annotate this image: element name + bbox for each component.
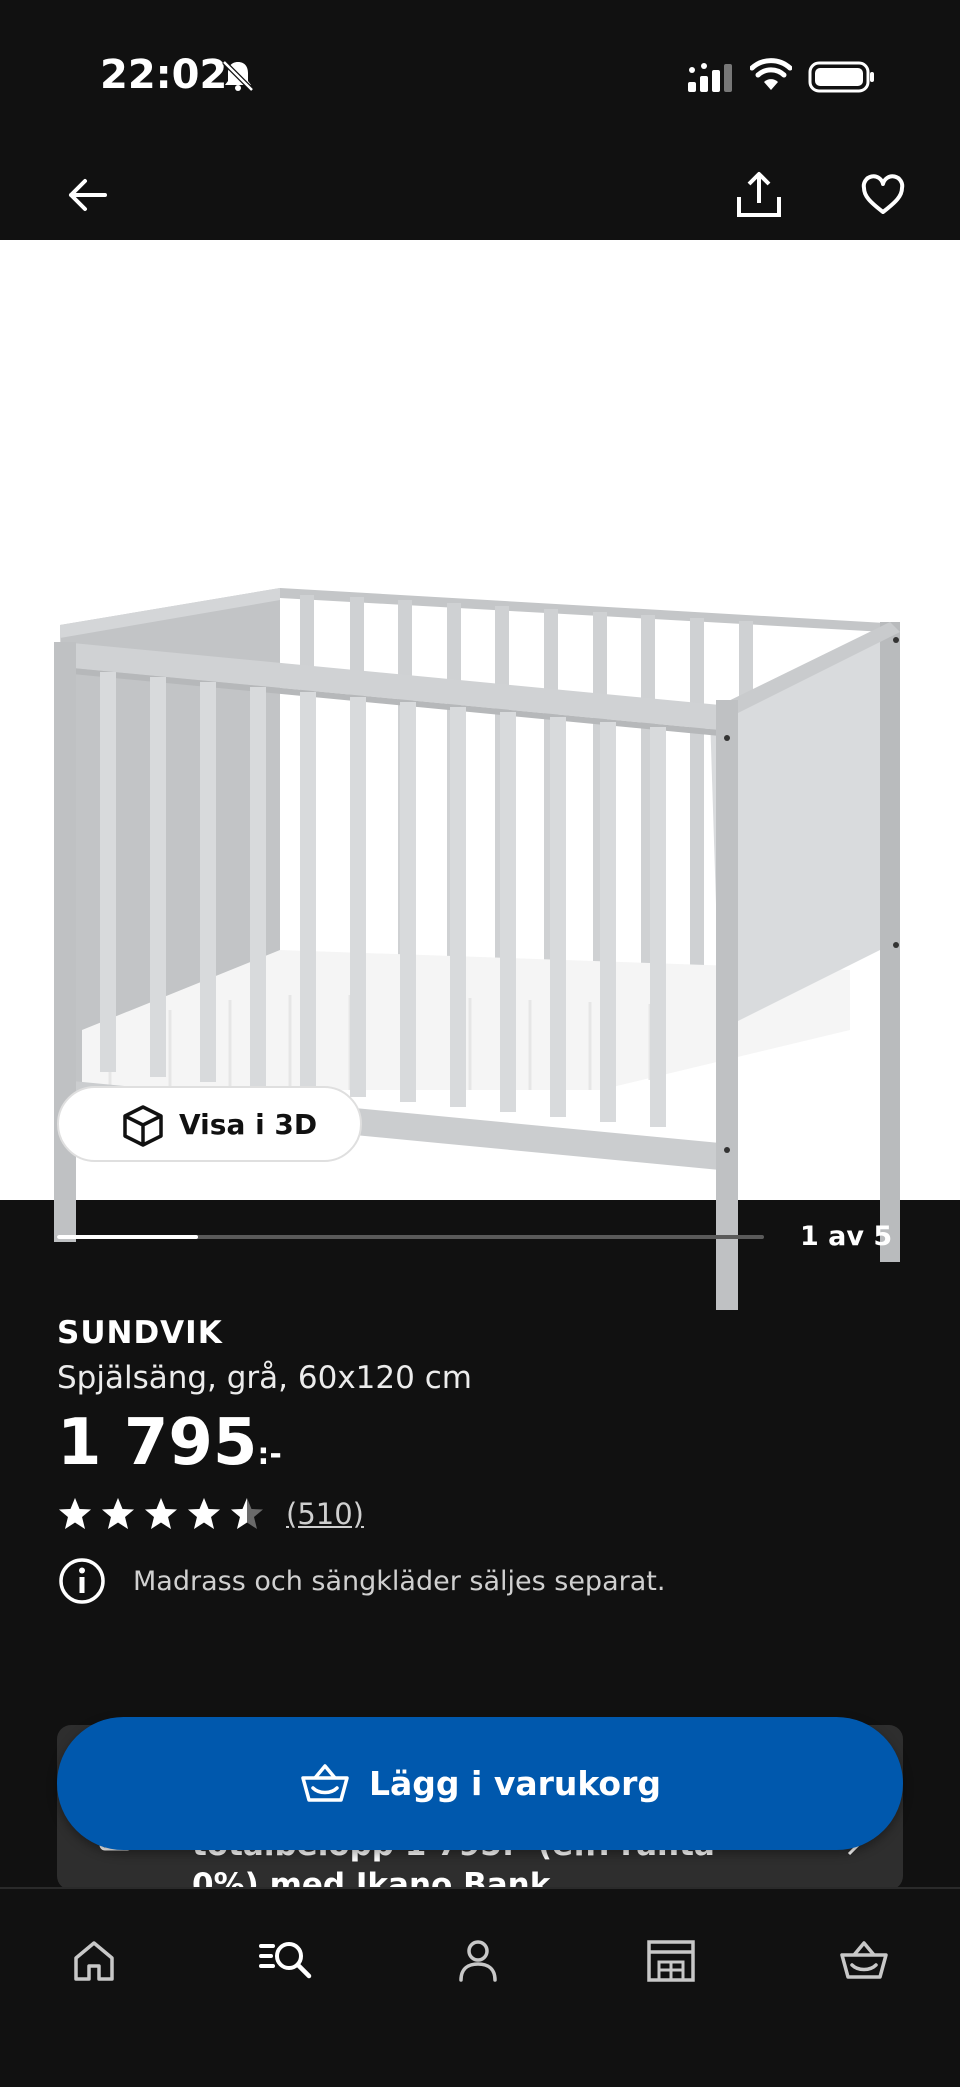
search-icon [259,1942,312,1979]
status-bar: 22:02 [0,0,960,150]
signal-icon [688,63,732,92]
favorite-button[interactable] [838,150,928,240]
view-3d-label: Visa i 3D [179,1107,318,1141]
app-header [0,150,960,240]
nav-home[interactable] [46,1913,142,2009]
status-time: 22:02 [100,52,228,98]
wifi-icon [750,58,792,90]
image-counter: 1 av 5 [800,1221,893,1252]
product-notice: Madrass och sängkläder säljes separat. [57,1556,665,1606]
product-price: 1 795:- [57,1405,282,1493]
rating[interactable]: (510) [57,1494,364,1534]
nav-search[interactable] [238,1913,334,2009]
product-description: Spjälsäng, grå, 60x120 cm [57,1360,472,1396]
product-name: SUNDVIK [57,1315,223,1351]
review-count-link[interactable]: (510) [286,1497,364,1531]
rating-stars [57,1496,272,1532]
price-value: 1 795 [57,1406,258,1480]
basket-icon [301,1763,349,1802]
notice-text: Madrass och sängkläder säljes separat. [133,1565,666,1597]
star-icon [59,1498,91,1529]
share-button[interactable] [714,150,804,240]
product-image-carousel[interactable]: Visa i 3D [0,240,960,1310]
home-icon [74,1941,114,1981]
view-3d-button[interactable]: Visa i 3D [57,1086,362,1162]
heart-icon [861,174,905,214]
back-button[interactable] [42,150,132,240]
nav-store[interactable] [623,1913,719,2009]
add-to-cart-label: Lägg i varukorg [368,1764,661,1803]
cube-icon [123,1105,163,1147]
basket-icon [840,1941,888,1979]
battery-icon [808,61,874,93]
user-icon [459,1940,497,1982]
share-icon [737,172,781,217]
star-icon [145,1498,177,1529]
star-icon [188,1498,220,1529]
price-suffix: :- [257,1437,282,1472]
star-icon [102,1498,134,1529]
bell-muted-icon [222,60,254,92]
nav-profile[interactable] [430,1913,526,2009]
star-icon [231,1498,263,1529]
info-icon [59,1558,105,1604]
carousel-progress [57,1235,764,1239]
arrow-left-icon [69,179,107,211]
carousel-progress-fill [57,1235,199,1239]
product-image [54,588,900,1310]
store-icon [647,1940,695,1982]
nav-cart[interactable] [816,1913,912,2009]
bottom-nav [0,1887,960,2087]
add-to-cart-button[interactable]: Lägg i varukorg [57,1717,903,1850]
